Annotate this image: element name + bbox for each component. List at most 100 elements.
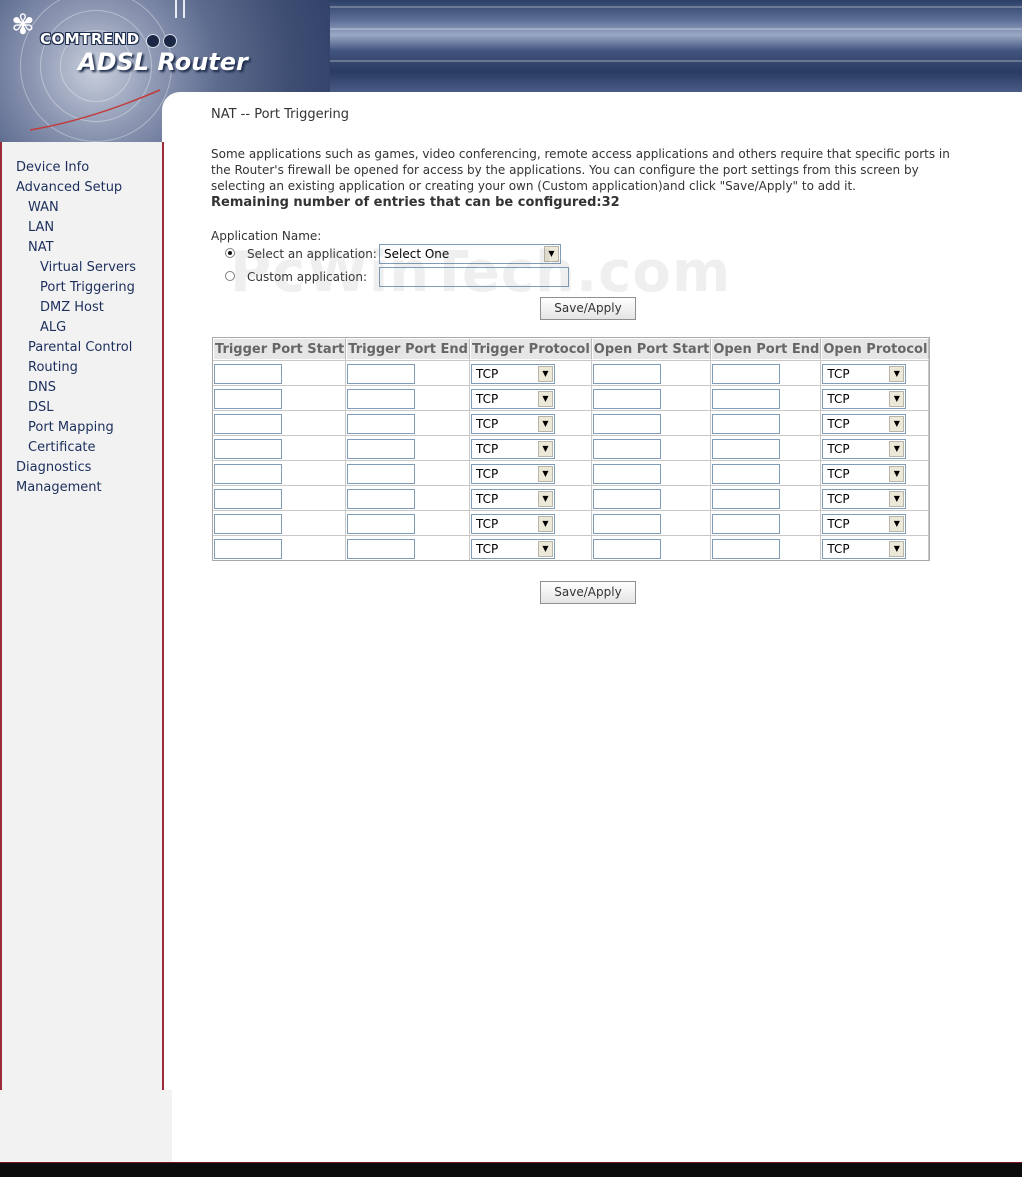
trigger-start-input[interactable] (214, 388, 282, 409)
chevron-down-icon: ▼ (889, 440, 905, 457)
open-start-input[interactable] (592, 513, 661, 534)
open-start-input[interactable] (592, 388, 661, 409)
open-protocol-select[interactable]: TCP ▼ (822, 438, 907, 459)
trigger-end-input[interactable] (347, 513, 416, 534)
trigger-protocol-select[interactable]: TCP ▼ (471, 463, 555, 484)
open-start-input[interactable] (592, 463, 661, 484)
trigger-start-input[interactable] (214, 363, 282, 384)
table-cell: TCP ▼ (821, 410, 930, 435)
header-decoration (175, 0, 195, 20)
select-application-label: Select an application: (247, 247, 377, 261)
trigger-protocol-select[interactable]: TCP ▼ (471, 538, 555, 559)
protocol-value: TCP (827, 391, 850, 406)
select-application-radio[interactable] (225, 248, 235, 258)
open-end-input[interactable] (712, 538, 781, 559)
open-start-input[interactable] (592, 438, 661, 459)
table-cell (213, 360, 347, 385)
trigger-protocol-select[interactable]: TCP ▼ (471, 513, 555, 534)
save-apply-button-top[interactable]: Save/Apply (540, 297, 636, 320)
brand-name: COMTREND (40, 30, 140, 48)
trigger-protocol-select[interactable]: TCP ▼ (471, 363, 555, 384)
open-end-input[interactable] (712, 438, 781, 459)
table-cell (711, 460, 822, 485)
open-protocol-select[interactable]: TCP ▼ (822, 463, 907, 484)
sidebar-item-advanced-setup[interactable]: Advanced Setup (16, 178, 136, 198)
table-cell (213, 435, 347, 460)
open-end-input[interactable] (712, 413, 781, 434)
open-end-input[interactable] (712, 488, 781, 509)
select-application-row: Select an application: Select One ▼ (211, 244, 991, 267)
open-protocol-select[interactable]: TCP ▼ (822, 488, 907, 509)
sidebar-item-dns[interactable]: DNS (16, 378, 136, 398)
trigger-end-input[interactable] (347, 538, 416, 559)
sidebar-item-dsl[interactable]: DSL (16, 398, 136, 418)
sidebar-item-virtual-servers[interactable]: Virtual Servers (16, 258, 136, 278)
table-cell (346, 360, 470, 385)
sidebar-item-routing[interactable]: Routing (16, 358, 136, 378)
custom-application-radio[interactable] (225, 271, 235, 281)
open-protocol-select[interactable]: TCP ▼ (822, 413, 907, 434)
sidebar-item-certificate[interactable]: Certificate (16, 438, 136, 458)
trigger-start-input[interactable] (214, 488, 282, 509)
custom-application-label: Custom application: (247, 270, 368, 284)
open-end-input[interactable] (712, 363, 781, 384)
table-body: TCP ▼ TCP ▼ TCP ▼ TCP ▼ TCP ▼ TCP ▼ TCP ▼ TCP ▼ TCP ▼ TCP ▼… (213, 360, 930, 560)
sidebar-footer (0, 1090, 172, 1162)
trigger-protocol-select[interactable]: TCP ▼ (471, 438, 555, 459)
table-cell (346, 485, 470, 510)
trigger-protocol-select[interactable]: TCP ▼ (471, 488, 555, 509)
sidebar-item-diagnostics[interactable]: Diagnostics (16, 458, 136, 478)
protocol-value: TCP (827, 366, 850, 381)
trigger-end-input[interactable] (347, 413, 416, 434)
sidebar-item-dmz-host[interactable]: DMZ Host (16, 298, 136, 318)
sidebar-item-wan[interactable]: WAN (16, 198, 136, 218)
sidebar-item-nat[interactable]: NAT (16, 238, 136, 258)
sidebar-item-port-triggering[interactable]: Port Triggering (16, 278, 136, 298)
trigger-end-input[interactable] (347, 438, 416, 459)
sidebar-item-alg[interactable]: ALG (16, 318, 136, 338)
open-end-input[interactable] (712, 463, 781, 484)
open-protocol-select[interactable]: TCP ▼ (822, 388, 907, 409)
custom-application-input[interactable] (379, 267, 569, 287)
trigger-end-input[interactable] (347, 363, 416, 384)
open-protocol-select[interactable]: TCP ▼ (822, 538, 907, 559)
trigger-start-input[interactable] (214, 538, 282, 559)
table-row: TCP ▼ TCP ▼ (213, 510, 930, 535)
table-cell (213, 485, 347, 510)
sidebar-item-parental-control[interactable]: Parental Control (16, 338, 136, 358)
sidebar-item-management[interactable]: Management (16, 478, 136, 498)
table-cell: TCP ▼ (470, 485, 592, 510)
protocol-value: TCP (476, 466, 499, 481)
trigger-start-input[interactable] (214, 438, 282, 459)
swoosh-graphic (30, 89, 161, 131)
sidebar-item-device-info[interactable]: Device Info (16, 158, 136, 178)
page-title: NAT -- Port Triggering (211, 107, 350, 122)
trigger-start-input[interactable] (214, 413, 282, 434)
trigger-start-input[interactable] (214, 463, 282, 484)
table-cell: TCP ▼ (470, 460, 592, 485)
trigger-protocol-select[interactable]: TCP ▼ (471, 413, 555, 434)
chevron-down-icon: ▼ (889, 540, 905, 557)
trigger-protocol-select[interactable]: TCP ▼ (471, 388, 555, 409)
trigger-end-input[interactable] (347, 463, 416, 484)
open-start-input[interactable] (592, 363, 661, 384)
trigger-end-input[interactable] (347, 488, 416, 509)
sidebar-item-lan[interactable]: LAN (16, 218, 136, 238)
table-cell (711, 435, 822, 460)
chevron-down-icon: ▼ (538, 440, 553, 457)
open-end-input[interactable] (712, 388, 781, 409)
open-protocol-select[interactable]: TCP ▼ (822, 513, 907, 534)
open-start-input[interactable] (592, 413, 661, 434)
trigger-start-input[interactable] (214, 513, 282, 534)
column-header-trigger-port-end: Trigger Port End (346, 338, 470, 360)
open-start-input[interactable] (592, 488, 661, 509)
open-start-input[interactable] (592, 538, 661, 559)
open-end-input[interactable] (712, 513, 781, 534)
save-apply-button-bottom[interactable]: Save/Apply (540, 581, 636, 604)
application-select[interactable]: Select One ▼ (379, 244, 561, 264)
table-cell (711, 360, 822, 385)
chevron-down-icon: ▼ (538, 465, 553, 482)
trigger-end-input[interactable] (347, 388, 416, 409)
sidebar-item-port-mapping[interactable]: Port Mapping (16, 418, 136, 438)
open-protocol-select[interactable]: TCP ▼ (822, 363, 907, 384)
